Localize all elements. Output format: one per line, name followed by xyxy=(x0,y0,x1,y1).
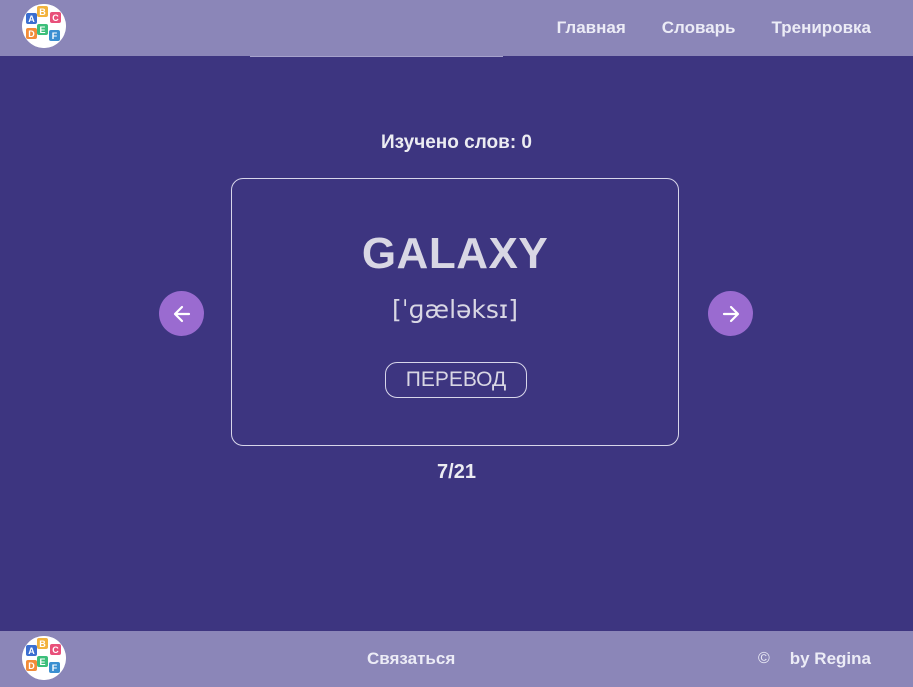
translate-button[interactable]: ПЕРЕВОД xyxy=(385,362,527,398)
nav-link-dictionary[interactable]: Словарь xyxy=(662,18,736,38)
nav-active-indicator xyxy=(250,56,503,57)
svg-text:A: A xyxy=(28,14,35,24)
nav-link-home[interactable]: Главная xyxy=(557,18,626,38)
author-name: by Regina xyxy=(789,649,871,668)
learned-words-counter: Изучено слов: 0 xyxy=(381,132,532,153)
svg-text:B: B xyxy=(39,639,46,649)
main-nav: Главная Словарь Тренировка xyxy=(557,0,871,56)
svg-text:C: C xyxy=(52,13,59,23)
abc-blocks-logo-icon[interactable]: A B C D E F xyxy=(22,636,66,680)
svg-text:A: A xyxy=(28,646,35,656)
svg-text:D: D xyxy=(28,29,35,39)
copyright: © by Regina xyxy=(758,631,871,687)
header: A B C D E F Главная Словарь Тренировка xyxy=(0,0,913,56)
previous-card-button[interactable] xyxy=(159,291,204,336)
svg-text:E: E xyxy=(39,657,45,667)
next-card-button[interactable] xyxy=(708,291,753,336)
abc-blocks-logo-icon[interactable]: A B C D E F xyxy=(22,4,66,48)
svg-text:F: F xyxy=(52,663,58,673)
flashcard: GALAXY [ˈɡæləksɪ] ПЕРЕВОД xyxy=(231,178,679,446)
contact-link[interactable]: Связаться xyxy=(367,631,455,687)
copyright-symbol: © xyxy=(757,650,770,667)
card-word: GALAXY xyxy=(361,229,549,278)
arrow-right-icon xyxy=(722,305,739,322)
nav-link-training[interactable]: Тренировка xyxy=(772,18,871,38)
svg-text:C: C xyxy=(52,645,59,655)
footer: A B C D E F Связаться © by Regina xyxy=(0,631,913,687)
card-transcription: [ˈɡæləksɪ] xyxy=(392,295,518,324)
card-progress: 7/21 xyxy=(437,461,476,483)
svg-text:F: F xyxy=(52,31,58,41)
svg-text:E: E xyxy=(39,25,45,35)
svg-text:D: D xyxy=(28,661,35,671)
svg-text:B: B xyxy=(39,7,46,17)
arrow-left-icon xyxy=(173,305,190,322)
